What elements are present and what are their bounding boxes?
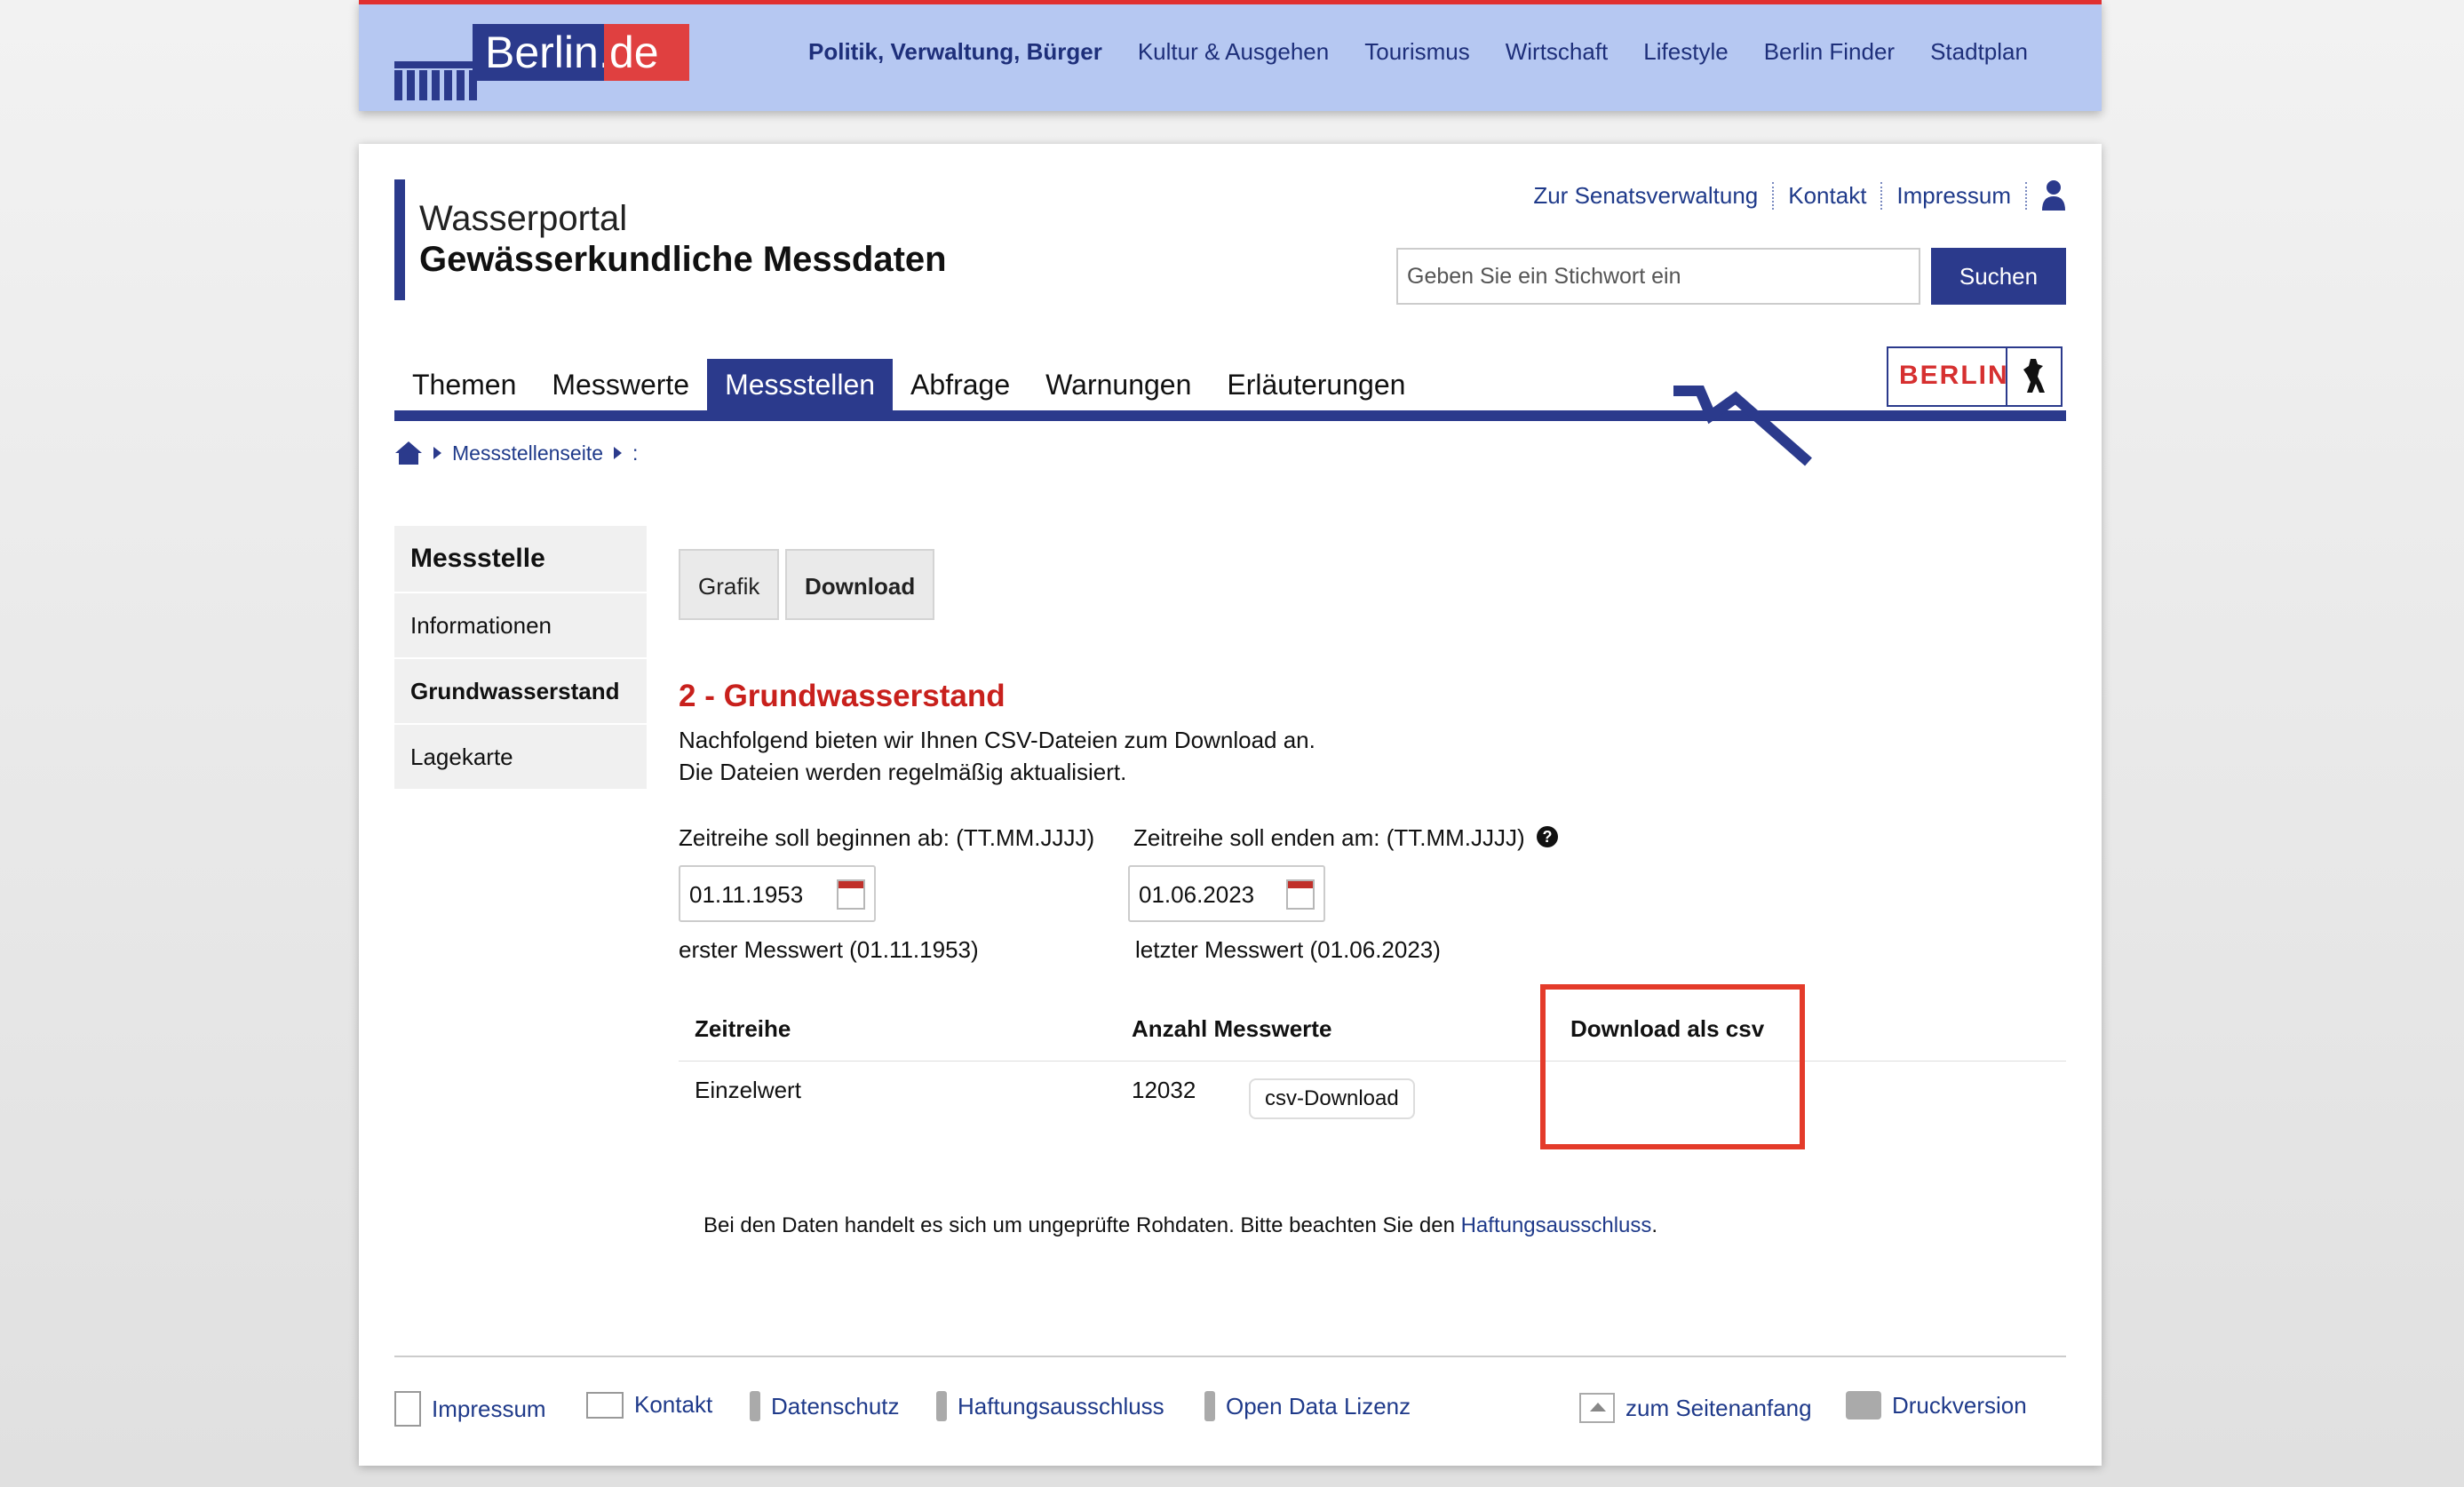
arrow-up-icon [1579, 1393, 1615, 1423]
subtab-grafik[interactable]: Grafik [679, 549, 780, 620]
cell-zeitreihe: Einzelwert [695, 1077, 801, 1103]
footer-open-data[interactable]: Open Data Lizenz [1204, 1391, 1411, 1421]
home-icon[interactable] [394, 441, 423, 465]
help-icon[interactable]: ? [1537, 826, 1558, 847]
calendar-icon[interactable] [837, 879, 865, 910]
topnav-lifestyle[interactable]: Lifestyle [1643, 38, 1728, 66]
title-accent-bar [394, 179, 405, 300]
breadcrumb-messstellenseite[interactable]: Messstellenseite [452, 441, 603, 465]
breadcrumb-current: : [632, 441, 639, 465]
first-value-note: erster Messwert (01.11.1953) [679, 936, 979, 963]
info-icon [936, 1391, 947, 1421]
start-date-value: 01.11.1953 [689, 881, 804, 908]
service-links: Zur Senatsverwaltung Kontakt Impressum [1519, 179, 2066, 211]
berlin-de-logo[interactable]: Berlin. de [394, 19, 689, 100]
topnav-wirtschaft[interactable]: Wirtschaft [1506, 38, 1609, 66]
footer-kontakt[interactable]: Kontakt [586, 1391, 712, 1419]
footer-kontakt-label: Kontakt [634, 1391, 713, 1418]
end-date-field[interactable]: 01.06.2023 [1128, 865, 1325, 922]
start-date-field[interactable]: 01.11.1953 [679, 865, 876, 922]
last-value-note: letzter Messwert (01.06.2023) [1135, 936, 1441, 963]
csv-download-button[interactable]: csv-Download [1249, 1078, 1415, 1119]
column-header-zeitreihe: Zeitreihe [695, 1015, 791, 1042]
disclaimer: Bei den Daten handelt es sich um ungeprü… [703, 1213, 1657, 1238]
nav-tab-messwerte[interactable]: Messwerte [534, 359, 707, 410]
calendar-icon[interactable] [1286, 879, 1315, 910]
brandenburg-gate-icon [394, 36, 480, 100]
side-menu-informationen[interactable]: Informationen [394, 593, 647, 659]
footer-haftungsausschluss[interactable]: Haftungsausschluss [936, 1391, 1164, 1421]
nav-tab-themen[interactable]: Themen [394, 359, 534, 410]
intro-line-2: Die Dateien werden regelmäßig aktualisie… [679, 759, 1127, 785]
footer-print[interactable]: Druckversion [1846, 1391, 2027, 1419]
nav-tab-erlaeuterungen[interactable]: Erläuterungen [1209, 359, 1423, 410]
side-menu: Messstelle Informationen Grundwasserstan… [394, 526, 647, 791]
topnav-kultur[interactable]: Kultur & Ausgehen [1138, 38, 1329, 66]
user-icon[interactable] [2041, 179, 2066, 211]
link-kontakt[interactable]: Kontakt [1774, 181, 1883, 210]
lightning-decoration [1673, 386, 1812, 466]
column-header-anzahl: Anzahl Messwerte [1132, 1015, 1332, 1042]
mail-icon [586, 1391, 624, 1419]
berlin-badge[interactable]: BERLIN [1887, 346, 2063, 407]
footer-to-top-label: zum Seitenanfang [1625, 1394, 1812, 1421]
printer-icon [1846, 1391, 1881, 1419]
portal-navigation: Politik, Verwaltung, Bürger Kultur & Aus… [808, 38, 2028, 66]
footer-datenschutz-label: Datenschutz [771, 1392, 900, 1419]
footer-print-label: Druckversion [1892, 1391, 2027, 1419]
site-subtitle[interactable]: Gewässerkundliche Messdaten [419, 240, 947, 280]
link-impressum[interactable]: Impressum [1882, 181, 2027, 210]
link-senatsverwaltung[interactable]: Zur Senatsverwaltung [1519, 181, 1775, 210]
footer-to-top[interactable]: zum Seitenanfang [1579, 1393, 1812, 1423]
content-title: 2 - Grundwasserstand [679, 679, 1005, 713]
footer: Impressum Kontakt Datenschutz Haftungsau… [394, 1391, 2066, 1434]
nav-tab-messstellen[interactable]: Messstellen [707, 359, 894, 410]
end-date-value: 01.06.2023 [1139, 881, 1255, 908]
table-header-row: Zeitreihe Anzahl Messwerte Download als … [679, 997, 2066, 1062]
end-date-label: Zeitreihe soll enden am: (TT.MM.JJJJ) [1133, 824, 1525, 851]
breadcrumb-separator-icon [614, 447, 623, 459]
disclaimer-end: . [1651, 1213, 1658, 1237]
highlight-box [1540, 984, 1805, 1149]
topnav-politik[interactable]: Politik, Verwaltung, Bürger [808, 38, 1102, 66]
footer-impressum-label: Impressum [432, 1395, 546, 1422]
footer-haftungsausschluss-label: Haftungsausschluss [958, 1392, 1164, 1419]
nav-tab-warnungen[interactable]: Warnungen [1028, 359, 1209, 410]
footer-impressum[interactable]: Impressum [394, 1391, 546, 1427]
breadcrumb: Messstellenseite : [394, 441, 638, 465]
intro-line-1: Nachfolgend bieten wir Ihnen CSV-Dateien… [679, 727, 1315, 753]
topnav-stadtplan[interactable]: Stadtplan [1930, 38, 2028, 66]
info-icon [1204, 1391, 1215, 1421]
cell-anzahl: 12032 [1132, 1077, 1196, 1103]
search-button[interactable]: Suchen [1931, 248, 2066, 305]
disclaimer-text: Bei den Daten handelt es sich um ungeprü… [703, 1213, 1461, 1237]
disclaimer-link[interactable]: Haftungsausschluss [1461, 1213, 1652, 1237]
main-card: Wasserportal Gewässerkundliche Messdaten… [359, 144, 2102, 1466]
footer-divider [394, 1356, 2066, 1357]
nav-tab-abfrage[interactable]: Abfrage [893, 359, 1028, 410]
topnav-berlin-finder[interactable]: Berlin Finder [1764, 38, 1895, 66]
footer-datenschutz[interactable]: Datenschutz [750, 1391, 900, 1421]
side-menu-heading: Messstelle [394, 526, 647, 593]
document-icon [394, 1391, 421, 1427]
topnav-tourismus[interactable]: Tourismus [1364, 38, 1469, 66]
info-icon [750, 1391, 760, 1421]
footer-open-data-label: Open Data Lizenz [1226, 1392, 1411, 1419]
search-input[interactable] [1396, 248, 1920, 305]
breadcrumb-separator-icon [433, 447, 441, 459]
subtab-download[interactable]: Download [785, 549, 935, 620]
logo-wordmark: Berlin. de [473, 24, 689, 81]
side-menu-grundwasserstand[interactable]: Grundwasserstand [394, 659, 647, 725]
berlin-bear-icon [2023, 359, 2045, 393]
side-menu-lagekarte[interactable]: Lagekarte [394, 725, 647, 791]
start-date-label: Zeitreihe soll beginnen ab: (TT.MM.JJJJ) [679, 824, 1095, 851]
site-title[interactable]: Wasserportal [419, 199, 627, 239]
portal-header: Berlin. de Politik, Verwaltung, Bürger K… [359, 0, 2102, 111]
